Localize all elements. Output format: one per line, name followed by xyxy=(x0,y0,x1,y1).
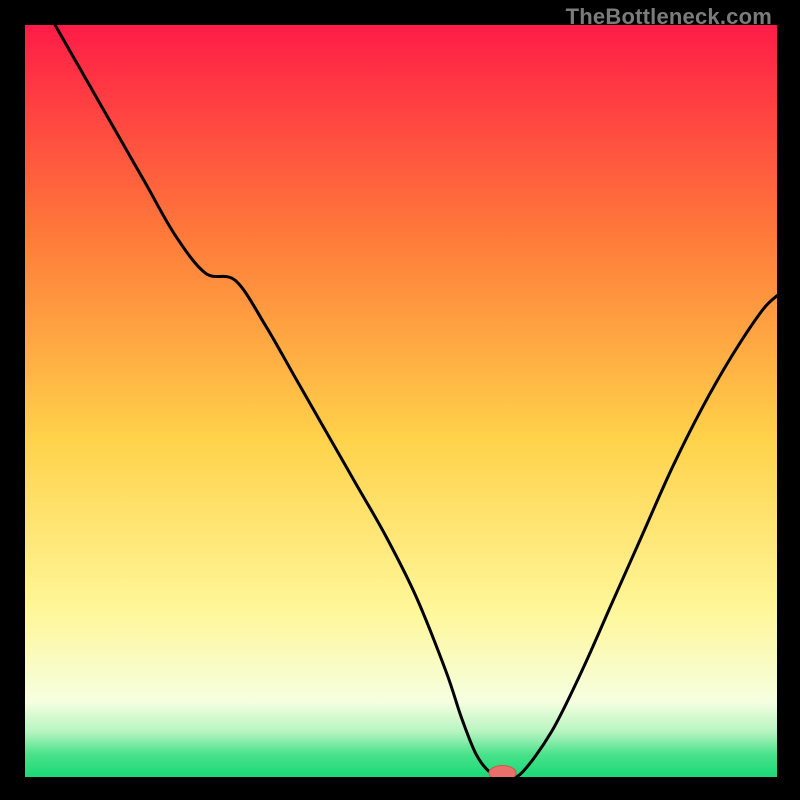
chart-frame xyxy=(25,25,777,777)
optimal-point-marker xyxy=(489,765,516,777)
chart-svg xyxy=(25,25,777,777)
watermark-text: TheBottleneck.com xyxy=(566,4,772,30)
gradient-background xyxy=(25,25,777,777)
